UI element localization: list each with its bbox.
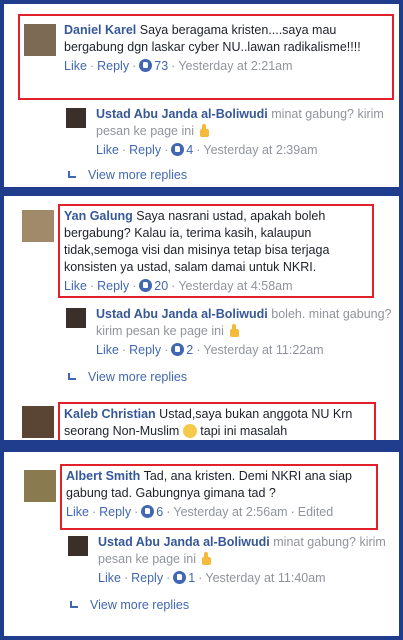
- like-link[interactable]: Like: [96, 143, 119, 157]
- view-more-label: View more replies: [88, 370, 188, 384]
- comment-actions: Like · Reply · 20 · Yesterday at 4:58am: [64, 279, 293, 293]
- reply-time[interactable]: Yesterday at 11:40am: [205, 571, 325, 585]
- thumbs-up-emoji-icon: [197, 124, 211, 138]
- reply-link[interactable]: Reply: [129, 343, 161, 357]
- comment-author[interactable]: Daniel Karel: [64, 23, 136, 37]
- reply-link[interactable]: Reply: [99, 505, 131, 519]
- thumbs-up-emoji-icon: [227, 324, 241, 338]
- like-link[interactable]: Like: [98, 571, 121, 585]
- like-link[interactable]: Like: [66, 505, 89, 519]
- reply-author[interactable]: Ustad Abu Janda al-Boliwudi: [96, 107, 268, 121]
- avatar-yan-galung[interactable]: [22, 210, 54, 242]
- avatar-ustad[interactable]: [66, 308, 86, 328]
- view-more-label: View more replies: [88, 168, 188, 182]
- reply-link[interactable]: Reply: [129, 143, 161, 157]
- like-count[interactable]: 73: [154, 59, 168, 73]
- reply-link[interactable]: Reply: [97, 279, 129, 293]
- avatar-ustad[interactable]: [66, 108, 86, 128]
- reply-ustad: Ustad Abu Janda al-Boliwudi boleh. minat…: [96, 306, 396, 358]
- reply-body: Ustad Abu Janda al-Boliwudi minat gabung…: [96, 106, 386, 140]
- comment-time[interactable]: Yesterday at 2:21am: [178, 59, 292, 73]
- reply-ustad: Ustad Abu Janda al-Boliwudi minat gabung…: [96, 106, 386, 158]
- avatar-albert-smith[interactable]: [24, 470, 56, 502]
- comment-time[interactable]: Yesterday at 2:56am: [173, 505, 287, 519]
- reply-arrow-icon: [70, 601, 80, 609]
- reply-arrow-icon: [68, 373, 78, 381]
- comment-yan-galung: Yan Galung Saya nasrani ustad, apakah bo…: [64, 208, 364, 294]
- edited-label[interactable]: Edited: [298, 505, 333, 519]
- comment-actions: Like · Reply · 6 · Yesterday at 2:56am · Edited: [66, 505, 334, 519]
- screenshot-panel-3: Albert Smith Tad, ana kristen. Demi NKRI…: [4, 452, 399, 636]
- comment-albert-smith: Albert Smith Tad, ana kristen. Demi NKRI…: [66, 468, 366, 520]
- comment-body: Albert Smith Tad, ana kristen. Demi NKRI…: [66, 468, 366, 502]
- reply-arrow-icon: [68, 171, 78, 179]
- comment-author[interactable]: Albert Smith: [66, 469, 140, 483]
- comment-body: Daniel Karel Saya beragama kristen....sa…: [64, 22, 384, 56]
- comment-daniel-karel: Daniel Karel Saya beragama kristen....sa…: [64, 22, 384, 74]
- reply-link[interactable]: Reply: [97, 59, 129, 73]
- avatar-kaleb-christian[interactable]: [22, 406, 54, 438]
- view-more-label: View more replies: [90, 598, 190, 612]
- comment-kaleb-christian: Kaleb Christian Ustad,saya bukan anggota…: [64, 406, 374, 440]
- reply-author[interactable]: Ustad Abu Janda al-Boliwudi: [96, 307, 268, 321]
- like-badge-icon: [171, 343, 185, 356]
- like-link[interactable]: Like: [64, 59, 87, 73]
- reply-time[interactable]: Yesterday at 2:39am: [203, 143, 317, 157]
- thumbs-up-emoji-icon: [199, 552, 213, 566]
- avatar-ustad[interactable]: [68, 536, 88, 556]
- comment-actions: Like · Reply · 73 · Yesterday at 2:21am: [64, 59, 293, 73]
- like-link[interactable]: Like: [64, 279, 87, 293]
- comment-body: Kaleb Christian Ustad,saya bukan anggota…: [64, 406, 374, 440]
- reply-actions: Like · Reply · 4 · Yesterday at 2:39am: [96, 143, 318, 157]
- like-badge-icon: [173, 571, 187, 584]
- reply-link[interactable]: Reply: [131, 571, 163, 585]
- screenshot-panel-1: Daniel Karel Saya beragama kristen....sa…: [4, 4, 399, 187]
- like-badge-icon: [139, 279, 153, 292]
- view-more-replies[interactable]: View more replies: [70, 598, 189, 612]
- comment-text-after: tapi ini masalah: [200, 424, 288, 438]
- reply-ustad: Ustad Abu Janda al-Boliwudi minat gabung…: [98, 534, 388, 586]
- reply-time[interactable]: Yesterday at 11:22am: [203, 343, 323, 357]
- reply-body: Ustad Abu Janda al-Boliwudi boleh. minat…: [96, 306, 396, 340]
- like-count[interactable]: 20: [154, 279, 168, 293]
- comment-author[interactable]: Yan Galung: [64, 209, 133, 223]
- view-more-replies[interactable]: View more replies: [68, 168, 187, 182]
- reply-body: Ustad Abu Janda al-Boliwudi minat gabung…: [98, 534, 388, 568]
- comment-body: Yan Galung Saya nasrani ustad, apakah bo…: [64, 208, 364, 276]
- comment-author[interactable]: Kaleb Christian: [64, 407, 156, 421]
- avatar-daniel-karel[interactable]: [24, 24, 56, 56]
- screenshot-panel-2: Yan Galung Saya nasrani ustad, apakah bo…: [4, 196, 399, 440]
- reply-actions: Like · Reply · 2 · Yesterday at 11:22am: [96, 343, 324, 357]
- comment-time[interactable]: Yesterday at 4:58am: [178, 279, 292, 293]
- like-badge-icon: [139, 59, 153, 72]
- smile-emoji-icon: [182, 424, 197, 438]
- like-link[interactable]: Like: [96, 343, 119, 357]
- reply-author[interactable]: Ustad Abu Janda al-Boliwudi: [98, 535, 270, 549]
- view-more-replies[interactable]: View more replies: [68, 370, 187, 384]
- like-badge-icon: [171, 143, 185, 156]
- reply-actions: Like · Reply · 1 · Yesterday at 11:40am: [98, 571, 326, 585]
- like-badge-icon: [141, 505, 155, 518]
